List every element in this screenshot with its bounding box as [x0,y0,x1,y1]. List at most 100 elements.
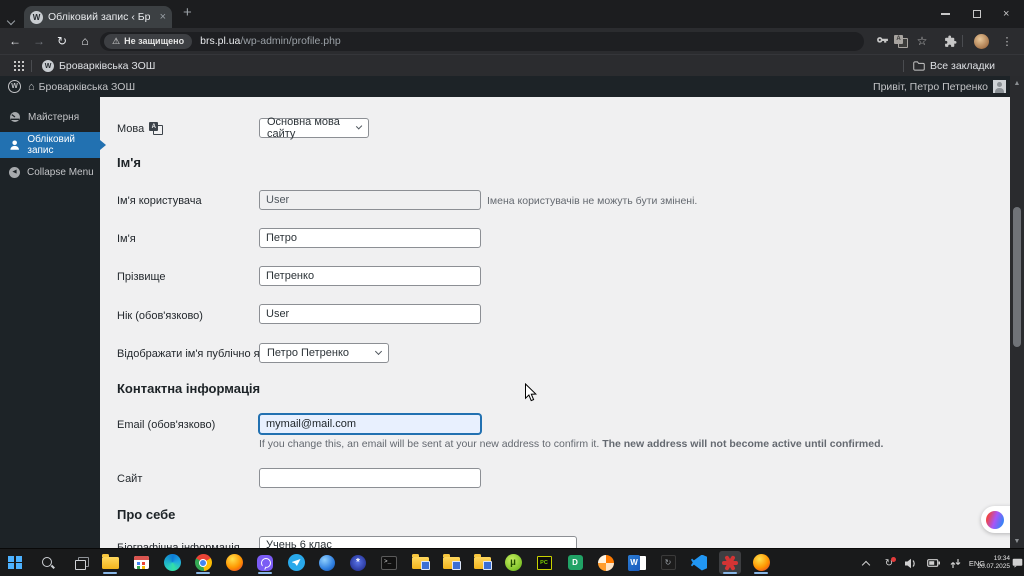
website-input[interactable] [259,468,481,488]
wordpress-logo-icon[interactable]: W [8,80,21,93]
edge-icon[interactable] [161,551,183,574]
tray-network-icon[interactable] [946,549,964,576]
blue-sphere-app-icon[interactable] [316,551,338,574]
security-chip[interactable]: ⚠ Не защищено [104,33,193,49]
translation-icon: A [149,122,164,135]
bookmark-star-icon[interactable]: ☆ [913,28,931,54]
sidebar-item-label: Майстерня [28,111,80,123]
tray-notifications-icon[interactable] [1010,549,1024,576]
profile-avatar[interactable] [972,28,990,54]
admin-bar-site-name: Броварківська ЗОШ [38,80,136,93]
telegram-icon[interactable] [285,551,307,574]
word-icon[interactable]: W [626,551,648,574]
task-view-icon[interactable] [70,551,92,574]
apps-grid-icon[interactable] [14,61,25,72]
bookmarks-separator [31,60,32,72]
password-key-icon[interactable] [873,28,891,54]
sidebar-item-collapse-menu[interactable]: ◀ Collapse Menu [0,159,100,185]
language-select[interactable]: Основна мова сайту [259,116,369,140]
brain-icon [986,510,1004,529]
section-heading-name: Ім'я [117,155,141,170]
wp-admin-bar: W ⌂ Броварківська ЗОШ Привіт, Петро Петр… [0,76,1010,97]
search-icon[interactable] [37,551,59,574]
folder-icon [913,61,925,71]
sidebar-item-dashboard[interactable]: Майстерня [0,104,100,130]
toolbar-separator [962,35,963,47]
email-note: If you change this, an email will be sen… [259,438,884,450]
bookmarks-separator-right [903,60,904,72]
username-input[interactable] [259,190,481,210]
vscode-icon[interactable] [688,551,710,574]
tray-hidden-icons-chevron[interactable] [858,549,874,576]
tray-clock[interactable]: 19:34 20.07.2025 [977,549,1010,576]
tray-date: 20.07.2025 [977,563,1010,570]
start-button[interactable] [4,551,26,574]
red-star-app-icon[interactable] [719,551,741,574]
email-input[interactable] [259,414,481,434]
folder-shortcut-1-icon[interactable] [409,551,431,574]
all-bookmarks-label: Все закладки [930,60,995,72]
compass-browser-icon[interactable] [595,551,617,574]
command-prompt-icon[interactable]: >_ [378,551,400,574]
home-icon[interactable]: ⌂ [76,28,94,54]
tray-volume-icon[interactable] [902,549,920,576]
admin-bar-site-link[interactable]: ⌂ Броварківська ЗОШ [28,81,135,93]
back-icon[interactable]: ← [6,28,24,54]
firstname-input[interactable] [259,228,481,248]
purple-sphere-app-icon[interactable]: * [347,551,369,574]
browser-tab[interactable]: W Обліковий запис ‹ Броварківс × [24,6,172,28]
reload-icon[interactable]: ↻ [53,28,71,54]
tray-battery-icon[interactable] [924,549,942,576]
new-tab-button[interactable]: + [183,4,192,21]
firstname-label: Ім'я [117,233,136,245]
window-minimize-button[interactable] [941,0,950,28]
window-maximize-button[interactable] [973,0,981,28]
microsoft-store-icon[interactable] [130,551,152,574]
firefox-secondary-icon[interactable] [750,551,772,574]
warning-icon: ⚠ [112,35,121,46]
dashboard-gauge-icon [10,112,20,122]
tab-close-icon[interactable]: × [160,11,166,23]
translate-icon[interactable]: A [892,28,910,54]
file-explorer-icon[interactable] [99,551,121,574]
wordpress-favicon-icon: W [30,10,43,24]
firefox-icon[interactable] [223,551,245,574]
dark-utility-icon[interactable]: ↻ [657,551,679,574]
language-label: Мова A [117,122,164,135]
sidebar-item-profile[interactable]: Обліковий запис [0,132,106,158]
viber-icon[interactable] [254,551,276,574]
url-host: brs.pl.ua [200,35,241,47]
scrollbar-thumb[interactable] [1013,207,1021,347]
browser-menu-icon[interactable]: ⋮ [998,28,1016,54]
screen: W Обліковий запис ‹ Броварківс × + × ← →… [0,0,1024,576]
chrome-icon[interactable] [192,551,214,574]
username-note: Імена користувачів не можуть бути змінен… [487,195,698,207]
mouse-cursor [524,382,538,408]
section-heading-contact: Контактна інформація [117,381,261,396]
folder-shortcut-3-icon[interactable] [471,551,493,574]
nickname-label: Нік (обов'язково) [117,310,203,322]
address-bar[interactable]: ⚠ Не защищено brs.pl.ua/wp-admin/profile… [100,31,864,51]
bookmark-item[interactable]: W Броварківська ЗОШ [42,55,155,77]
scroll-down-icon[interactable]: ▼ [1010,538,1024,545]
scroll-up-icon[interactable]: ▲ [1010,80,1024,87]
extensions-icon[interactable] [941,28,959,54]
tab-title: Обліковий запис ‹ Броварківс [48,11,150,23]
lastname-label: Прізвище [117,271,166,283]
all-bookmarks-button[interactable]: Все закладки [913,55,995,77]
d-green-app-icon[interactable]: D [564,551,586,574]
admin-bar-account-menu[interactable]: Привіт, Петро Петренко [873,76,1006,97]
display-name-select[interactable]: Петро Петренко [259,343,389,363]
page-scrollbar[interactable]: ▲ ▼ [1010,76,1024,548]
tray-time: 19:34 [993,555,1010,562]
folder-shortcut-2-icon[interactable] [440,551,462,574]
tab-search-chevron-icon[interactable] [6,11,16,26]
forward-icon[interactable]: → [30,28,48,54]
nickname-input[interactable] [259,304,481,324]
browser-tab-strip: W Обліковий запис ‹ Броварківс × + × [0,0,1024,28]
lastname-input[interactable] [259,266,481,286]
tray-sync-icon[interactable]: ↻ [880,549,898,576]
utorrent-icon[interactable]: µ [502,551,524,574]
window-close-button[interactable]: × [1003,0,1009,28]
pc-utility-icon[interactable]: PC [533,551,555,574]
